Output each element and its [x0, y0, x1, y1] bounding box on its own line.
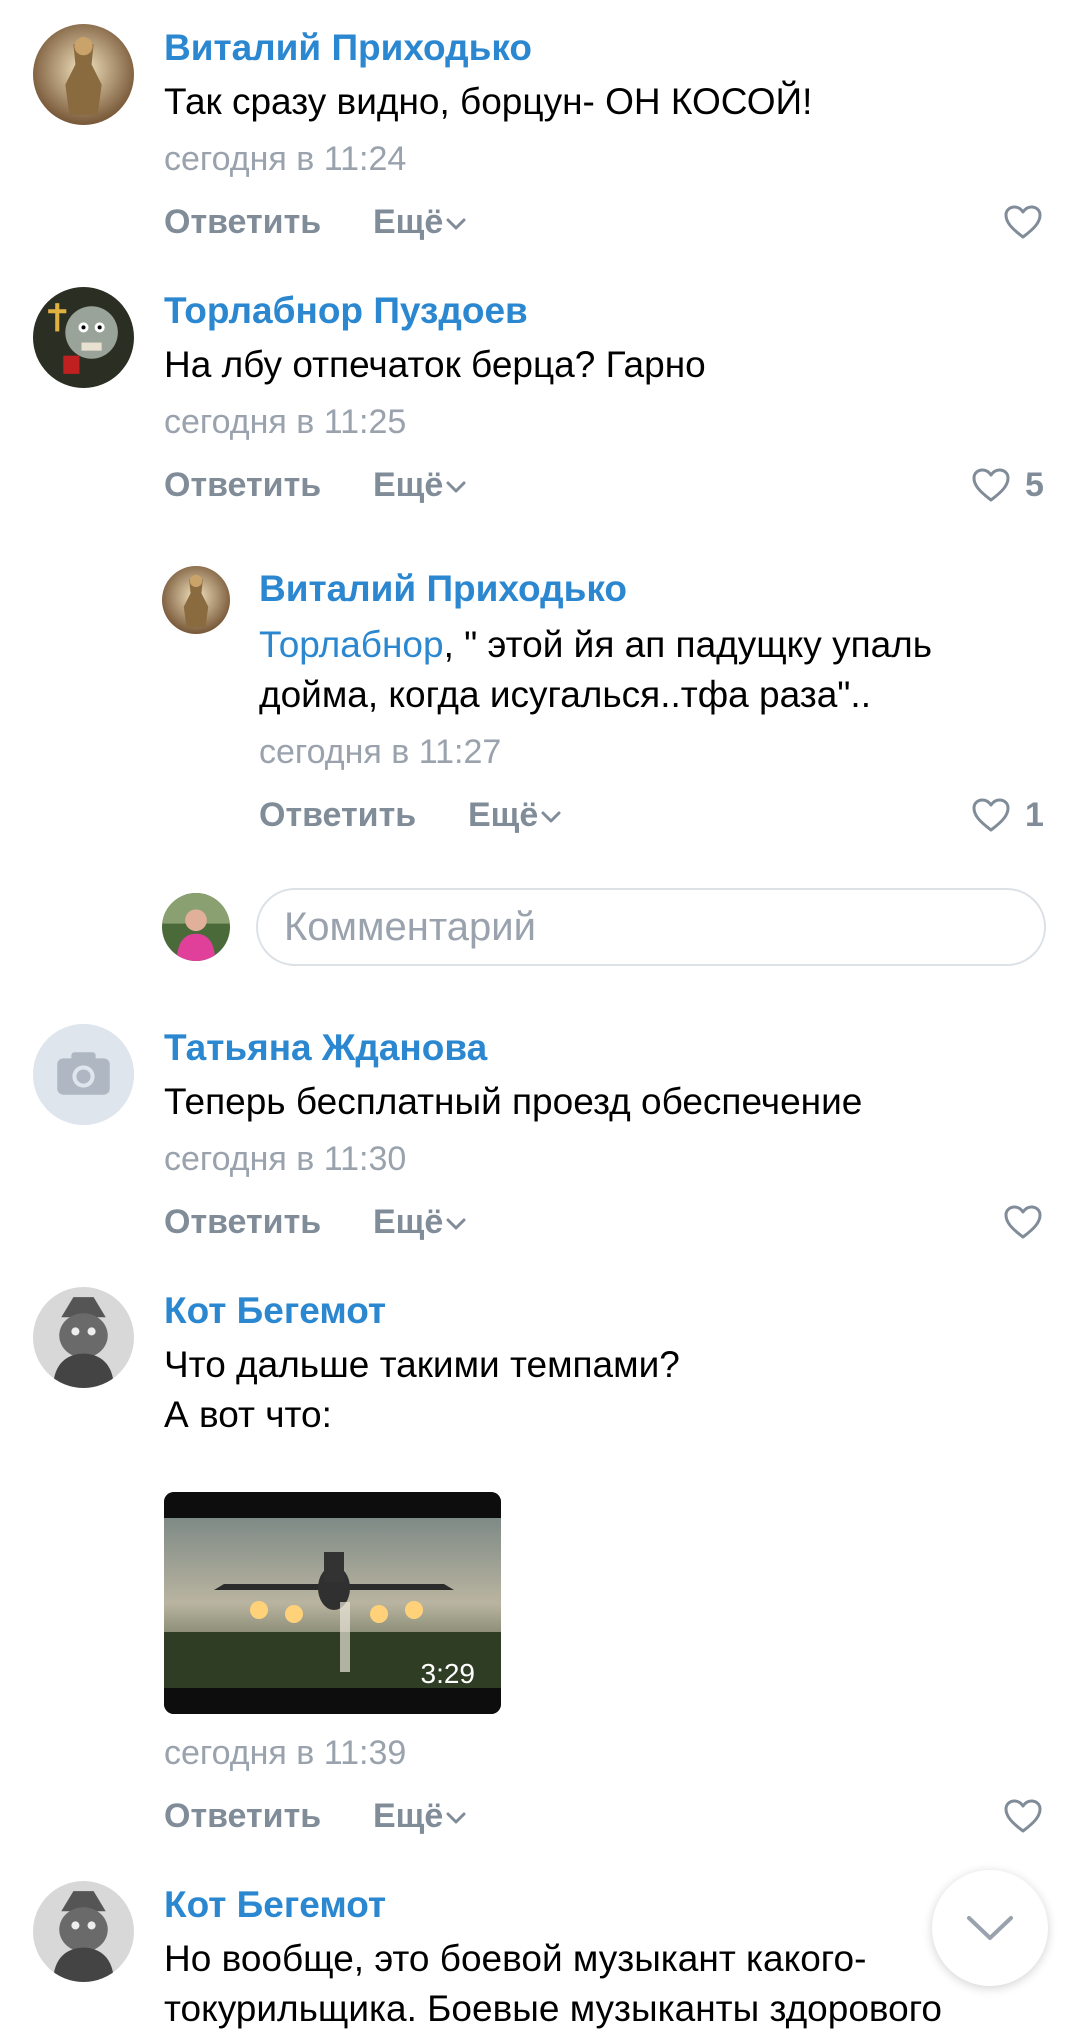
like-button[interactable]: 1 — [971, 795, 1044, 835]
comment-author[interactable]: Татьяна Жданова — [164, 1029, 487, 1066]
more-button[interactable]: Ещё — [373, 205, 467, 239]
comment-text: А вот что: — [164, 1394, 332, 1435]
avatar[interactable] — [33, 24, 134, 125]
more-label: Ещё — [373, 1203, 444, 1241]
comment-time: сегодня в 11:24 — [164, 140, 407, 178]
like-count: 5 — [1025, 466, 1044, 504]
more-label: Ещё — [373, 1797, 444, 1835]
camera-icon — [57, 1052, 110, 1095]
comment-author[interactable]: Виталий Приходько — [259, 570, 627, 607]
avatar[interactable] — [33, 1881, 134, 1982]
more-button[interactable]: Ещё — [373, 1205, 467, 1239]
heart-outline-icon — [972, 468, 1010, 502]
reply-button[interactable]: Ответить — [164, 468, 321, 502]
chevron-down-icon — [541, 811, 561, 823]
comment-time: сегодня в 11:25 — [164, 403, 407, 441]
comment-text: Так сразу видно, борцун- ОН КОСОЙ! — [164, 81, 813, 122]
comment-author[interactable]: Виталий Приходько — [164, 29, 532, 66]
comment-author[interactable]: Кот Бегемот — [164, 1886, 386, 1923]
comment-text-line: Торлабнор, " этой йя ап падущку упаль — [259, 620, 932, 670]
heart-outline-icon — [1004, 205, 1042, 239]
comment-text: Но вообще, это боевой музыкант какого- — [164, 1938, 867, 1979]
more-label: Ещё — [468, 796, 539, 834]
more-button[interactable]: Ещё — [373, 1799, 467, 1833]
comment-time: сегодня в 11:27 — [259, 733, 502, 771]
heart-outline-icon — [1004, 1205, 1042, 1239]
mention-link[interactable]: Торлабнор — [259, 624, 444, 665]
like-button[interactable] — [1003, 1202, 1057, 1242]
more-label: Ещё — [373, 466, 444, 504]
chevron-down-icon — [446, 1218, 466, 1230]
comment-time: сегодня в 11:30 — [164, 1140, 407, 1178]
comment-text: Что дальше такими темпами? — [164, 1344, 680, 1385]
avatar[interactable] — [33, 287, 134, 388]
reply-button[interactable]: Ответить — [164, 1205, 321, 1239]
avatar[interactable] — [33, 1287, 134, 1388]
comment-time: сегодня в 11:39 — [164, 1734, 407, 1772]
comment-author[interactable]: Кот Бегемот — [164, 1292, 386, 1329]
chevron-down-icon — [446, 218, 466, 230]
like-count: 1 — [1025, 796, 1044, 834]
more-button[interactable]: Ещё — [468, 798, 562, 832]
like-button[interactable] — [1003, 1796, 1057, 1836]
comment-text: На лбу отпечаток берца? Гарно — [164, 344, 706, 385]
like-button[interactable] — [1003, 202, 1057, 242]
reply-button[interactable]: Ответить — [259, 798, 416, 832]
heart-outline-icon — [1004, 1799, 1042, 1833]
scroll-down-button[interactable] — [932, 1870, 1048, 1986]
reply-button[interactable]: Ответить — [164, 205, 321, 239]
like-button[interactable]: 5 — [971, 465, 1044, 505]
reply-button[interactable]: Ответить — [164, 1799, 321, 1833]
more-label: Ещё — [373, 203, 444, 241]
comments-page: Виталий Приходько Так сразу видно, борцу… — [0, 0, 1080, 2033]
comment-author[interactable]: Торлабнор Пуздоев — [164, 292, 528, 329]
video-duration: 3:29 — [420, 1658, 476, 1689]
chevron-down-icon — [446, 1812, 466, 1824]
comment-text: токурильщика. Боевые музыканты здорового — [164, 1988, 942, 2029]
more-button[interactable]: Ещё — [373, 468, 467, 502]
chevron-down-icon — [446, 481, 466, 493]
avatar[interactable] — [33, 1024, 134, 1125]
comment-text: Теперь бесплатный проезд обеспечение — [164, 1081, 863, 1122]
chevron-down-icon — [967, 1916, 1013, 1940]
current-user-avatar — [162, 893, 230, 961]
comment-input[interactable] — [256, 888, 1046, 966]
heart-outline-icon — [972, 798, 1010, 832]
comment-text: , " этой йя ап падущку упаль — [443, 624, 933, 665]
avatar[interactable] — [162, 566, 230, 634]
video-attachment[interactable]: 3:29 — [164, 1492, 501, 1714]
comment-text: дойма, когда исугалься..тфа раза".. — [259, 674, 871, 715]
